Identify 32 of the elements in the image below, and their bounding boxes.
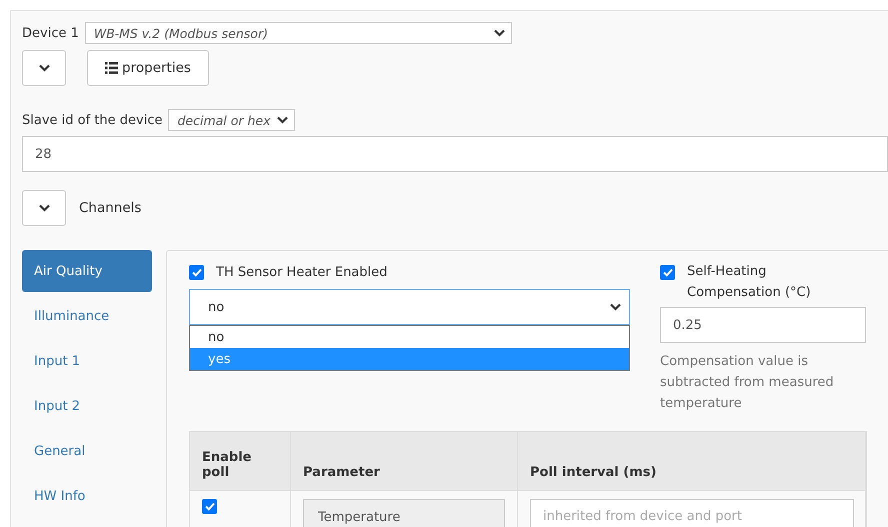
device-type-select[interactable]: WB-MS v.2 (Modbus sensor) [84, 22, 512, 44]
channels-label: Channels [79, 200, 142, 216]
channel-tab[interactable]: Air Quality [22, 250, 152, 292]
compensation-input[interactable]: 0.25 [660, 307, 866, 343]
heater-select[interactable]: no [189, 289, 630, 325]
poll-interval-input[interactable]: inherited from device and port [530, 499, 854, 527]
checkbox[interactable] [189, 264, 204, 280]
checkbox[interactable] [660, 265, 675, 280]
compensation-label: Self-Heating Compensation (°C) [687, 263, 812, 302]
channel-tab[interactable]: General [22, 430, 152, 472]
parameter-field: Temperature [303, 499, 505, 527]
column-header: Enable poll [190, 432, 291, 490]
chevron-down-icon [38, 64, 50, 72]
channel-tab[interactable]: Input 2 [22, 385, 152, 427]
heater-label: TH Sensor Heater Enabled [216, 264, 388, 280]
device-label: Device 1 [22, 26, 79, 40]
checkbox[interactable] [202, 499, 217, 514]
chevron-down-icon [494, 29, 505, 37]
slave-id-label: Slave id of the device [22, 112, 162, 128]
chevron-down-icon [610, 303, 621, 311]
chevron-down-icon [277, 116, 288, 124]
channel-tab[interactable]: HW Info [22, 475, 152, 517]
channel-tab[interactable]: Illuminance [22, 295, 152, 337]
list-icon [105, 62, 118, 74]
column-header: Parameter [291, 432, 518, 490]
help-text: Compensation value is subtracted from measured temperature [660, 353, 835, 413]
slave-id-input[interactable]: 28 [22, 136, 888, 172]
properties-button[interactable]: properties [87, 50, 209, 86]
chevron-down-icon [38, 204, 50, 212]
column-header: Poll interval (ms) [518, 432, 866, 490]
format-select[interactable]: decimal or hex [168, 109, 296, 131]
channel-tab[interactable]: Input 1 [22, 340, 152, 382]
